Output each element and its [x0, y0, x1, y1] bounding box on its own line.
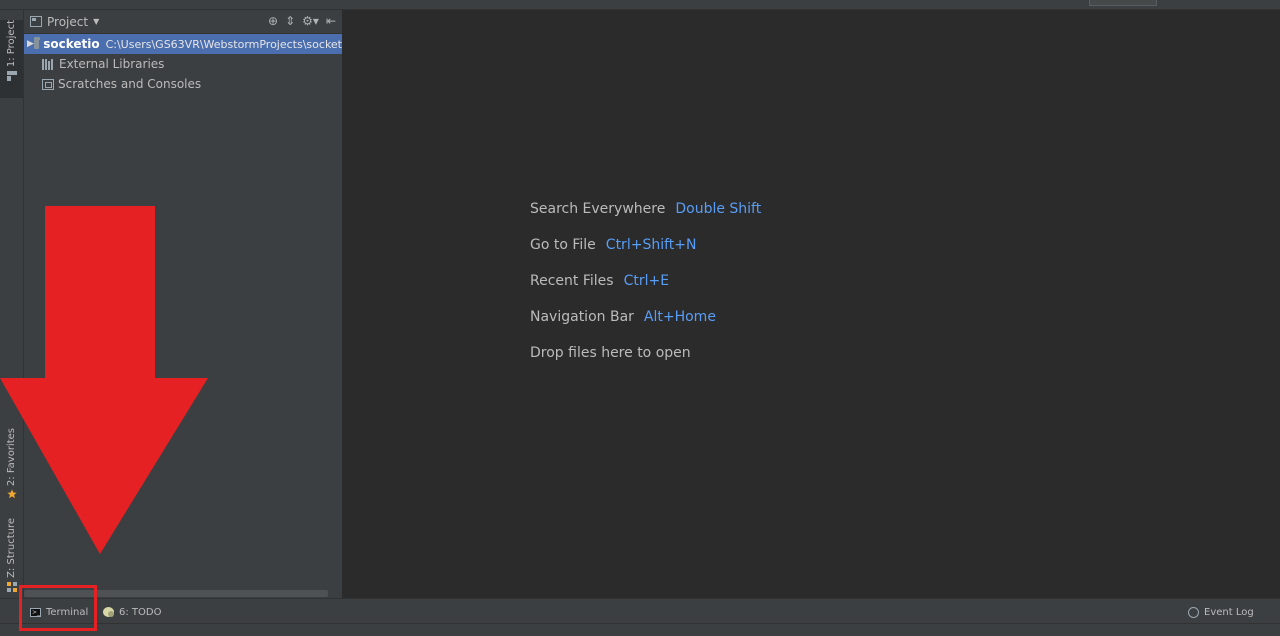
arrow-shape [0, 206, 208, 554]
collapse-icon[interactable]: ⇕ [285, 14, 295, 28]
tree-item-socketio[interactable]: ▶ socketio C:\Users\GS63VR\WebstormProje… [24, 34, 342, 54]
project-view-icon [30, 16, 42, 27]
settings-gear-icon[interactable]: ⚙▾ [302, 14, 319, 28]
tab-todo-label: 6: TODO [119, 606, 162, 618]
project-panel-title: Project [47, 14, 89, 29]
tab-todo[interactable]: 6: TODO [103, 603, 161, 621]
project-icon [6, 71, 17, 82]
folder-icon [33, 37, 41, 49]
title-strip [0, 0, 1280, 10]
red-annotation-box [19, 585, 97, 631]
hide-icon[interactable]: ⇤ [326, 14, 336, 28]
hint-go-to-file: Go to File Ctrl+Shift+N [530, 237, 696, 253]
project-panel-header: Project ▼ ⊕ ⇕ ⚙▾ ⇤ [24, 10, 342, 34]
hint-drop-files: Drop files here to open [530, 345, 691, 361]
tab-event-log[interactable]: Event Log [1188, 603, 1254, 621]
bottom-tool-bar: >_ Terminal 6: TODO Event Log [0, 598, 1280, 624]
tree-item-label: External Libraries [59, 57, 165, 71]
tree-item-label: Scratches and Consoles [58, 77, 202, 91]
red-annotation-arrow [0, 206, 208, 554]
hint-label: Drop files here to open [530, 345, 691, 361]
hint-label: Search Everywhere [530, 201, 666, 217]
structure-icon [6, 581, 17, 592]
hint-search-everywhere: Search Everywhere Double Shift [530, 201, 761, 217]
chevron-down-icon: ▼ [93, 17, 100, 26]
locate-icon[interactable]: ⊕ [268, 14, 278, 28]
hint-shortcut: Alt+Home [643, 309, 716, 325]
status-bar [0, 623, 1280, 636]
tab-project[interactable]: 1: Project [0, 20, 23, 98]
hint-shortcut: Double Shift [675, 201, 762, 217]
library-icon [42, 58, 55, 70]
todo-icon [103, 607, 114, 617]
hint-shortcut: Ctrl+Shift+N [605, 237, 697, 253]
scratches-icon [42, 78, 54, 90]
event-log-icon [1188, 606, 1199, 618]
hint-recent-files: Recent Files Ctrl+E [530, 273, 669, 289]
tree-item-scratches[interactable]: Scratches and Consoles [24, 74, 342, 94]
editor-empty-area[interactable]: Search Everywhere Double Shift Go to File… [342, 10, 1280, 598]
hint-label: Navigation Bar [530, 309, 634, 325]
hint-label: Recent Files [530, 273, 614, 289]
top-toolbar-field[interactable] [1089, 0, 1157, 6]
project-root-path: C:\Users\GS63VR\WebstormProjects\socket [105, 37, 342, 51]
hint-shortcut: Ctrl+E [623, 273, 670, 289]
hint-label: Go to File [530, 237, 596, 253]
project-panel-actions: ⊕ ⇕ ⚙▾ ⇤ [268, 14, 336, 28]
project-root-name: socketio [43, 37, 100, 51]
tab-project-label: 1: Project [6, 20, 17, 68]
tab-event-log-label: Event Log [1204, 606, 1254, 618]
hint-navigation-bar: Navigation Bar Alt+Home [530, 309, 716, 325]
tree-item-external-libraries[interactable]: External Libraries [24, 54, 342, 74]
expand-arrow-icon[interactable]: ▶ [27, 39, 34, 49]
project-view-selector[interactable]: Project ▼ [30, 15, 99, 29]
